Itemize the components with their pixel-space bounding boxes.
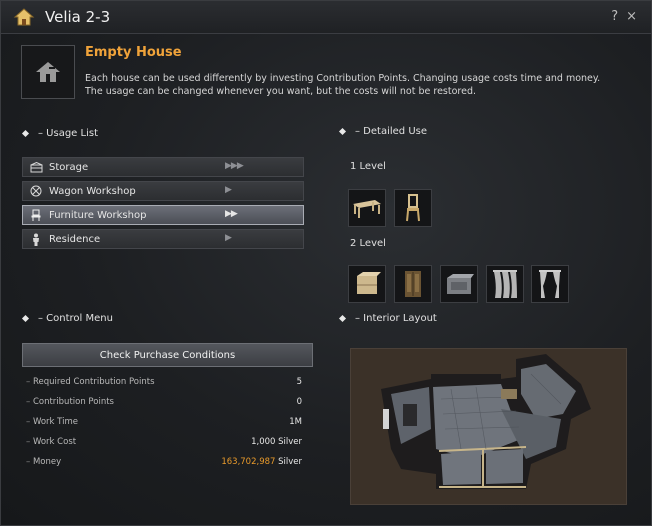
- stat-label: Money: [26, 457, 61, 467]
- curtain-tied-icon[interactable]: [531, 265, 569, 303]
- chair-icon[interactable]: [394, 189, 432, 227]
- check-purchase-conditions-button[interactable]: Check Purchase Conditions: [22, 343, 313, 367]
- diamond-bullet-icon: [21, 314, 30, 323]
- stat-label: Required Contribution Points: [26, 377, 155, 387]
- person-icon: [29, 232, 43, 246]
- house-header: Empty House Each house can be used diffe…: [21, 45, 633, 101]
- title-bar[interactable]: Velia 2-3 ? ×: [1, 1, 651, 34]
- usage-item-residence[interactable]: Residence ▶: [22, 229, 304, 249]
- stat-value: 163,702,987 Silver: [221, 457, 302, 467]
- stat-value: 1,000 Silver: [251, 437, 302, 447]
- stat-contribution-points: Contribution Points 0: [26, 397, 302, 411]
- close-button[interactable]: ×: [626, 9, 637, 24]
- stat-money: Money 163,702,987 Silver: [26, 457, 302, 471]
- house-description: Each house can be used differently by in…: [85, 72, 630, 98]
- usage-item-storage[interactable]: Storage ▶▶▶: [22, 157, 304, 177]
- stat-value: 5: [296, 377, 302, 387]
- control-menu-label: – Control Menu: [21, 313, 113, 324]
- window-title: Velia 2-3: [45, 8, 111, 26]
- interior-layout-label: – Interior Layout: [338, 313, 437, 324]
- stat-label: Contribution Points: [26, 397, 114, 407]
- stat-work-cost: Work Cost 1,000 Silver: [26, 437, 302, 451]
- usage-item-label: Wagon Workshop: [49, 185, 136, 197]
- money-amount: 163,702,987: [221, 457, 276, 467]
- diamond-bullet-icon: [338, 314, 347, 323]
- usage-item-label: Residence: [49, 233, 101, 245]
- diamond-bullet-icon: [21, 129, 30, 138]
- home-icon: [13, 8, 35, 26]
- curtain-icon[interactable]: [486, 265, 524, 303]
- usage-list-label: – Usage List: [21, 128, 98, 139]
- detailed-use-label: – Detailed Use: [338, 126, 427, 137]
- storage-icon: [29, 160, 43, 174]
- wardrobe-icon[interactable]: [394, 265, 432, 303]
- detailed-use-text: – Detailed Use: [355, 126, 427, 137]
- chair-icon: [29, 208, 43, 222]
- interior-layout-view[interactable]: [350, 348, 627, 505]
- level-arrows: ▶: [225, 185, 232, 195]
- stat-label: Work Time: [26, 417, 78, 427]
- interior-layout-text: – Interior Layout: [355, 313, 437, 324]
- stat-value: 0: [296, 397, 302, 407]
- stat-label: Work Cost: [26, 437, 76, 447]
- usage-item-furniture-workshop[interactable]: Furniture Workshop ▶▶: [22, 205, 304, 225]
- table-icon[interactable]: [348, 189, 386, 227]
- level-arrows: ▶: [225, 233, 232, 243]
- diamond-bullet-icon: [338, 127, 347, 136]
- floorplan-image: [351, 349, 626, 504]
- usage-item-label: Furniture Workshop: [49, 209, 147, 221]
- level-arrows: ▶▶▶: [225, 161, 244, 171]
- usage-item-wagon-workshop[interactable]: Wagon Workshop ▶: [22, 181, 304, 201]
- wagon-wheel-icon: [29, 184, 43, 198]
- chest-icon[interactable]: [440, 265, 478, 303]
- cabinet-icon[interactable]: [348, 265, 386, 303]
- stat-required-contribution-points: Required Contribution Points 5: [26, 377, 302, 391]
- control-menu-text: – Control Menu: [38, 313, 113, 324]
- house-icon: [36, 62, 60, 82]
- description-line-2: The usage can be changed whenever you wa…: [85, 86, 476, 97]
- house-window: Velia 2-3 ? × Empty House Each house can…: [0, 0, 652, 526]
- house-icon-box: [21, 45, 75, 99]
- usage-list-text: – Usage List: [38, 128, 98, 139]
- money-unit: Silver: [275, 457, 302, 467]
- level-2-label: 2 Level: [350, 238, 386, 249]
- usage-item-label: Storage: [49, 161, 89, 173]
- level-arrows: ▶▶: [225, 209, 238, 219]
- help-button[interactable]: ?: [611, 9, 618, 24]
- stat-value: 1M: [289, 417, 302, 427]
- house-status-title: Empty House: [85, 45, 182, 60]
- stat-work-time: Work Time 1M: [26, 417, 302, 431]
- description-line-1: Each house can be used differently by in…: [85, 73, 601, 84]
- level-1-label: 1 Level: [350, 161, 386, 172]
